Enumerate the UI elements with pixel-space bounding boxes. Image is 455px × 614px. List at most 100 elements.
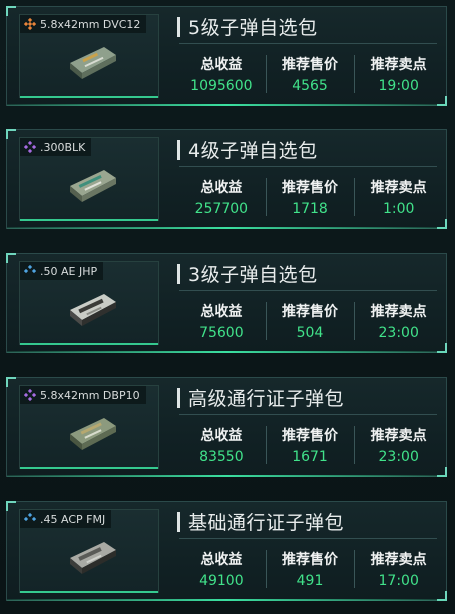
- stat-value: 19:00: [378, 78, 419, 94]
- stat-recommended-price: 推荐售价 1718: [265, 174, 355, 222]
- stat-value: 504: [296, 325, 324, 341]
- stat-value: 4565: [292, 78, 328, 94]
- pack-title: 3级子弹自选包: [177, 260, 318, 287]
- ammo-tag: .50 AE JHP: [20, 262, 104, 280]
- stat-recommended-time: 推荐卖点 17:00: [354, 546, 443, 594]
- pack-title-text: 5级子弹自选包: [188, 17, 318, 39]
- stat-value: 1671: [292, 449, 328, 465]
- ammo-item-slot[interactable]: 5.8x42mm DBP10: [19, 385, 159, 469]
- stat-label: 推荐卖点: [370, 428, 427, 444]
- pack-title-text: 基础通行证子弹包: [188, 512, 345, 534]
- pack-title: 5级子弹自选包: [177, 13, 318, 40]
- stat-value: 1095600: [190, 78, 253, 94]
- blue-rarity-icon: [24, 265, 36, 277]
- title-accent-bar: [177, 387, 180, 408]
- stat-label: 总收益: [200, 552, 243, 568]
- stat-value: 83550: [199, 449, 244, 465]
- ammo-item-slot[interactable]: 5.8x42mm DVC12: [19, 14, 159, 98]
- ammo-name: .300BLK: [40, 140, 86, 154]
- stat-label: 总收益: [200, 304, 243, 320]
- stat-recommended-price: 推荐售价 4565: [265, 51, 355, 99]
- ammo-name: .50 AE JHP: [40, 264, 98, 278]
- stat-total-income: 总收益 83550: [177, 422, 266, 470]
- divider: [179, 166, 437, 167]
- pack-card-5[interactable]: .45 ACP FMJ 基础通行证子弹包 总收益 49100 推荐售价 491 …: [6, 501, 447, 601]
- stat-label: 总收益: [200, 180, 243, 196]
- stat-value: 23:00: [378, 449, 419, 465]
- stat-recommended-time: 推荐卖点 19:00: [354, 51, 443, 99]
- stat-total-income: 总收益 257700: [177, 174, 266, 222]
- ammo-box-icon: [64, 288, 120, 330]
- stat-label: 推荐售价: [282, 57, 338, 73]
- stat-label: 推荐售价: [282, 428, 338, 444]
- stat-value: 49100: [199, 573, 244, 589]
- pack-card-4[interactable]: 5.8x42mm DBP10 高级通行证子弹包 总收益 83550 推荐售价 1…: [6, 377, 447, 477]
- ammo-item-slot[interactable]: .300BLK: [19, 137, 159, 221]
- pack-title-text: 4级子弹自选包: [188, 140, 318, 162]
- stat-recommended-time: 推荐卖点 1:00: [354, 174, 443, 222]
- corner-decoration: [6, 377, 16, 387]
- purple-rarity-icon: [24, 389, 36, 401]
- blue-rarity-icon: [24, 513, 36, 525]
- ammo-tag: 5.8x42mm DBP10: [20, 386, 146, 404]
- ammo-pack-list: 5.8x42mm DVC12 5级子弹自选包 总收益 1095600 推荐售价 …: [0, 0, 455, 614]
- corner-decoration: [6, 253, 16, 263]
- stat-total-income: 总收益 1095600: [177, 51, 266, 99]
- divider: [179, 538, 437, 539]
- pack-stats: 总收益 75600 推荐售价 504 推荐卖点 23:00: [177, 298, 443, 346]
- divider: [179, 414, 437, 415]
- stat-total-income: 总收益 75600: [177, 298, 266, 346]
- pack-card-1[interactable]: 5.8x42mm DVC12 5级子弹自选包 总收益 1095600 推荐售价 …: [6, 6, 447, 106]
- stat-value: 23:00: [378, 325, 419, 341]
- ammo-box-icon: [64, 412, 120, 454]
- pack-stats: 总收益 49100 推荐售价 491 推荐卖点 17:00: [177, 546, 443, 594]
- title-accent-bar: [177, 16, 180, 37]
- pack-card-2[interactable]: .300BLK 4级子弹自选包 总收益 257700 推荐售价 1718 推荐卖…: [6, 129, 447, 229]
- ammo-tag: 5.8x42mm DVC12: [20, 15, 147, 33]
- pack-title: 高级通行证子弹包: [177, 384, 344, 411]
- divider: [179, 43, 437, 44]
- corner-decoration: [6, 129, 16, 139]
- title-accent-bar: [177, 263, 180, 284]
- corner-decoration: [6, 6, 16, 16]
- stat-total-income: 总收益 49100: [177, 546, 266, 594]
- stat-label: 推荐卖点: [370, 180, 427, 196]
- stat-recommended-price: 推荐售价 491: [265, 546, 355, 594]
- ammo-box-icon: [64, 536, 120, 578]
- stat-label: 推荐售价: [282, 180, 338, 196]
- pack-title: 4级子弹自选包: [177, 136, 318, 163]
- pack-stats: 总收益 257700 推荐售价 1718 推荐卖点 1:00: [177, 174, 443, 222]
- stat-value: 257700: [194, 201, 249, 217]
- ammo-name: 5.8x42mm DBP10: [40, 388, 140, 402]
- pack-stats: 总收益 83550 推荐售价 1671 推荐卖点 23:00: [177, 422, 443, 470]
- title-accent-bar: [177, 139, 180, 160]
- title-accent-bar: [177, 511, 180, 532]
- ammo-box-icon: [64, 164, 120, 206]
- stat-label: 推荐售价: [282, 552, 338, 568]
- stat-label: 推荐售价: [282, 304, 338, 320]
- divider: [179, 290, 437, 291]
- pack-card-3[interactable]: .50 AE JHP 3级子弹自选包 总收益 75600 推荐售价 504 推荐…: [6, 253, 447, 353]
- ammo-name: .45 ACP FMJ: [40, 512, 106, 526]
- ammo-name: 5.8x42mm DVC12: [40, 17, 141, 31]
- stat-label: 总收益: [200, 57, 243, 73]
- stat-recommended-price: 推荐售价 504: [265, 298, 355, 346]
- ammo-box-icon: [64, 41, 120, 83]
- stat-label: 推荐卖点: [370, 57, 427, 73]
- stat-label: 总收益: [200, 428, 243, 444]
- stat-recommended-price: 推荐售价 1671: [265, 422, 355, 470]
- pack-title-text: 3级子弹自选包: [188, 264, 318, 286]
- stat-label: 推荐卖点: [370, 304, 427, 320]
- stat-value: 17:00: [378, 573, 419, 589]
- stat-value: 1:00: [382, 201, 415, 217]
- stat-label: 推荐卖点: [370, 552, 427, 568]
- ammo-item-slot[interactable]: .50 AE JHP: [19, 261, 159, 345]
- purple-rarity-icon: [24, 141, 36, 153]
- ammo-tag: .45 ACP FMJ: [20, 510, 112, 528]
- stat-value: 75600: [199, 325, 244, 341]
- pack-title: 基础通行证子弹包: [177, 508, 344, 535]
- ammo-item-slot[interactable]: .45 ACP FMJ: [19, 509, 159, 593]
- pack-stats: 总收益 1095600 推荐售价 4565 推荐卖点 19:00: [177, 51, 443, 99]
- stat-recommended-time: 推荐卖点 23:00: [354, 422, 443, 470]
- stat-value: 491: [296, 573, 324, 589]
